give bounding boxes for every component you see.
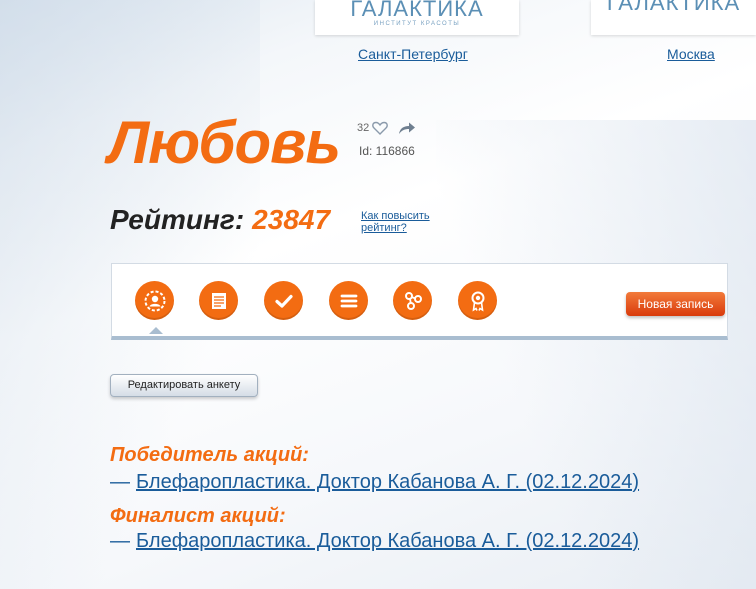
winner-heading: Победитель акций: [110,444,309,466]
finalist-entry: — Блефаропластика. Доктор Кабанова А. Г. … [110,530,639,553]
dash: — [110,530,130,552]
heart-icon[interactable] [372,121,389,135]
share-icon[interactable] [398,121,416,135]
rating-value: 23847 [252,204,331,235]
winner-entry: — Блефаропластика. Доктор Кабанова А. Г. … [110,471,639,494]
dash: — [110,471,130,493]
rating: Рейтинг: 23847 [110,204,330,236]
connections-icon[interactable] [393,281,432,320]
background-shape [436,120,756,589]
profile-icon[interactable] [135,281,174,320]
new-entry-button[interactable]: Новая запись [626,292,725,316]
active-tab-indicator [149,327,163,334]
notes-icon[interactable] [199,281,238,320]
city-link-spb[interactable]: Санкт-Петербург [358,46,468,62]
profile-name: Любовь [108,109,341,176]
award-icon[interactable] [458,281,497,320]
salon-brand: ГАЛАКТИКА [606,0,741,15]
profile-toolbar: Новая запись [111,263,728,340]
city-link-moscow[interactable]: Москва [667,46,715,62]
rating-help-link[interactable]: Как повысить рейтинг? [361,210,441,234]
check-icon[interactable] [264,281,303,320]
profile-id: Id: 116866 [359,144,415,158]
list-icon[interactable] [329,281,368,320]
likes: 32 [357,121,416,135]
finalist-link[interactable]: Блефаропластика. Доктор Кабанова А. Г. (… [136,530,639,552]
salon-logo-moscow[interactable]: ГАЛАКТИКА [591,0,756,35]
rating-label: Рейтинг: [110,204,245,235]
salon-logo-spb[interactable]: ГАЛАКТИКА ИНСТИТУТ КРАСОТЫ [315,0,519,35]
salon-brand: ГАЛАКТИКА [350,0,484,21]
winner-link[interactable]: Блефаропластика. Доктор Кабанова А. Г. (… [136,471,639,493]
finalist-heading: Финалист акций: [110,505,286,527]
likes-count: 32 [357,122,370,134]
salon-tagline: ИНСТИТУТ КРАСОТЫ [373,21,461,27]
edit-profile-button[interactable]: Редактировать анкету [110,374,258,397]
